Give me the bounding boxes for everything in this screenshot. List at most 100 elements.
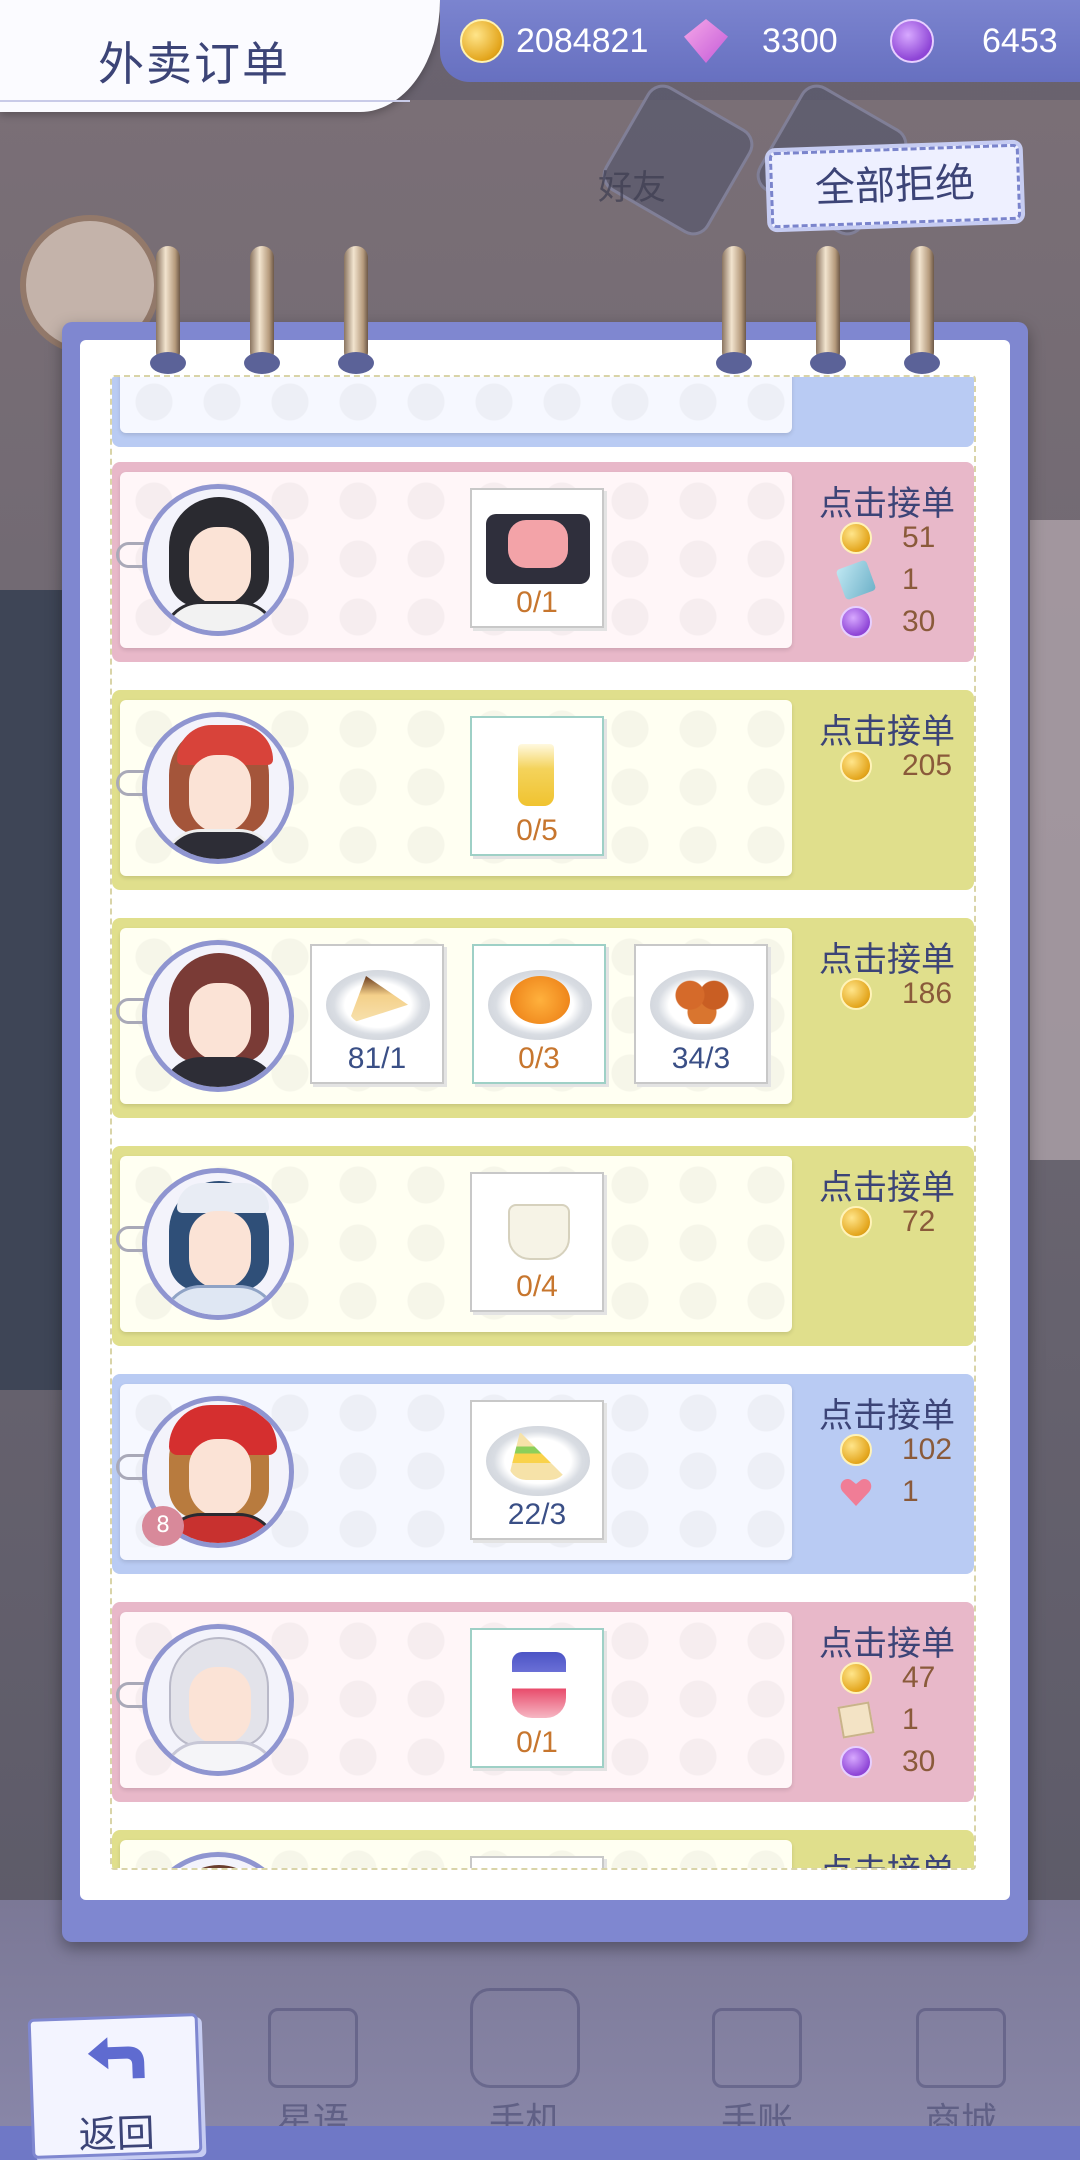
purple-gem-icon xyxy=(890,19,934,63)
reward-item: 51 xyxy=(840,520,935,556)
notebook-ring xyxy=(150,246,186,374)
item-count: 0/1 xyxy=(516,1726,558,1759)
back-arrow-icon xyxy=(87,2037,145,2079)
item-count: 22/3 xyxy=(507,1498,567,1531)
accept-order-button[interactable]: 点击接单 xyxy=(812,1844,962,1868)
purple-gem-icon xyxy=(840,606,872,638)
order-item[interactable]: 81/1 xyxy=(310,944,444,1084)
nav-star-whisper[interactable]: 星语 xyxy=(268,2008,358,2144)
order-item[interactable]: 0/3 xyxy=(472,944,606,1084)
berry-parfait-icon xyxy=(512,1652,566,1718)
resource-bar: 2084821 3300 6453 xyxy=(440,0,1080,82)
nav-phone[interactable]: 手机 xyxy=(470,1988,580,2144)
customer-avatar xyxy=(142,712,294,864)
customer-avatar xyxy=(142,940,294,1092)
refuse-all-button[interactable]: 全部拒绝 xyxy=(768,143,1022,229)
order-item[interactable]: 0/5 xyxy=(470,716,604,856)
gold-coin-icon xyxy=(840,522,872,554)
order-item[interactable]: 22/3 xyxy=(470,1400,604,1540)
customer-avatar xyxy=(142,1168,294,1320)
notebook-ring xyxy=(244,246,280,374)
orange-jelly-icon xyxy=(510,976,570,1024)
order-card-body: 81/1 0/3 34/3 xyxy=(116,928,792,1104)
reward-value: 205 xyxy=(902,749,953,782)
purple-gem-icon xyxy=(840,1746,872,1778)
notebook-ring xyxy=(904,246,940,374)
affection-level-badge: 8 xyxy=(142,1506,184,1546)
room-window xyxy=(0,590,70,1390)
reward-item: 72 xyxy=(840,1204,935,1240)
item-count: 0/4 xyxy=(516,1270,558,1303)
notebook-ring xyxy=(810,246,846,374)
reward-value: 47 xyxy=(902,1661,936,1694)
resource-gold[interactable]: 2084821 xyxy=(460,18,648,64)
accept-order-button[interactable]: 点击接单 xyxy=(812,1160,962,1209)
room-shelf xyxy=(1030,520,1080,1160)
order-card-body: 0/4 xyxy=(116,1156,792,1332)
item-count: 0/5 xyxy=(516,814,558,847)
order-item[interactable]: 0/1 xyxy=(470,488,604,628)
accept-order-button[interactable]: 点击接单 xyxy=(812,704,962,753)
reward-value: 72 xyxy=(902,1205,936,1238)
gold-coin-icon xyxy=(840,1206,872,1238)
refuse-all-label: 全部拒绝 xyxy=(814,160,976,212)
order-card[interactable]: 0/5 点击接单 205 xyxy=(112,690,974,890)
resource-diamond[interactable]: 3300 xyxy=(684,18,838,64)
pink-diamond-icon xyxy=(684,19,728,63)
order-item[interactable] xyxy=(470,1856,604,1868)
order-card[interactable]: 81/1 0/3 34/3 点击接单 186 xyxy=(112,918,974,1118)
reward-item: 30 xyxy=(840,604,935,640)
order-card[interactable]: 0/4 点击接单 72 xyxy=(112,1146,974,1346)
order-item[interactable]: 34/3 xyxy=(634,944,768,1084)
nav-shop[interactable]: 商城 xyxy=(916,2008,1006,2144)
reward-item: 1 xyxy=(835,559,919,601)
accept-order-button[interactable]: 点击接单 xyxy=(812,1388,962,1437)
heart-icon xyxy=(840,1476,872,1508)
reward-item: 1 xyxy=(837,1701,919,1739)
order-card[interactable]: 0/1 点击接单 51 1 30 xyxy=(112,462,974,662)
reward-item: 1 xyxy=(840,1474,919,1510)
reward-item: 102 xyxy=(840,1432,952,1468)
order-item[interactable]: 0/1 xyxy=(470,1628,604,1768)
shop-icon xyxy=(916,2008,1006,2088)
order-card[interactable]: 0/1 点击接单 47 1 30 xyxy=(112,1602,974,1802)
gold-coin-icon xyxy=(840,1662,872,1694)
meatball-skewer-icon xyxy=(672,976,732,1024)
nav-journal[interactable]: 手账 xyxy=(712,2008,802,2144)
order-card-partial xyxy=(112,377,974,447)
item-count: 0/1 xyxy=(516,586,558,619)
gold-coin-icon xyxy=(840,978,872,1010)
reward-item: 47 xyxy=(840,1660,935,1696)
accept-order-button[interactable]: 点击接单 xyxy=(812,932,962,981)
accept-order-button[interactable]: 点击接单 xyxy=(812,1616,962,1665)
reward-item: 30 xyxy=(840,1744,935,1780)
order-card-body: 8 22/3 xyxy=(116,1384,792,1560)
phone-icon xyxy=(470,1988,580,2088)
resource-gem[interactable]: 6453 xyxy=(890,18,1058,64)
reward-value: 1 xyxy=(902,1703,919,1736)
order-list[interactable]: 0/1 点击接单 51 1 30 0/5 点击接单 205 81/1 0/3 3… xyxy=(110,375,976,1870)
customer-avatar xyxy=(142,1852,294,1868)
gold-value: 2084821 xyxy=(516,21,649,60)
title-tab: 外卖订单 xyxy=(0,0,440,112)
reward-value: 1 xyxy=(902,563,919,596)
gold-coin-icon xyxy=(840,750,872,782)
back-button[interactable]: 返回 xyxy=(27,2013,203,2159)
juice-glass-icon xyxy=(518,744,554,806)
nurse-cap-icon xyxy=(177,1183,269,1213)
reward-value: 1 xyxy=(902,1475,919,1508)
order-card[interactable]: 8 22/3 点击接单 102 1 xyxy=(112,1374,974,1574)
recipe-card-icon xyxy=(837,1701,875,1739)
back-label: 返回 xyxy=(77,2110,156,2158)
cards-icon xyxy=(268,2008,358,2088)
order-card-body: 0/5 xyxy=(116,700,792,876)
reward-value: 102 xyxy=(902,1433,953,1466)
customer-avatar xyxy=(142,484,294,636)
accept-order-button[interactable]: 点击接单 xyxy=(812,476,962,525)
page-title: 外卖订单 xyxy=(98,37,290,91)
reward-item: 205 xyxy=(840,748,952,784)
order-card[interactable]: 点击接单 xyxy=(112,1830,974,1868)
notebook-ring xyxy=(716,246,752,374)
order-item[interactable]: 0/4 xyxy=(470,1172,604,1312)
milk-cup-icon xyxy=(508,1204,570,1260)
